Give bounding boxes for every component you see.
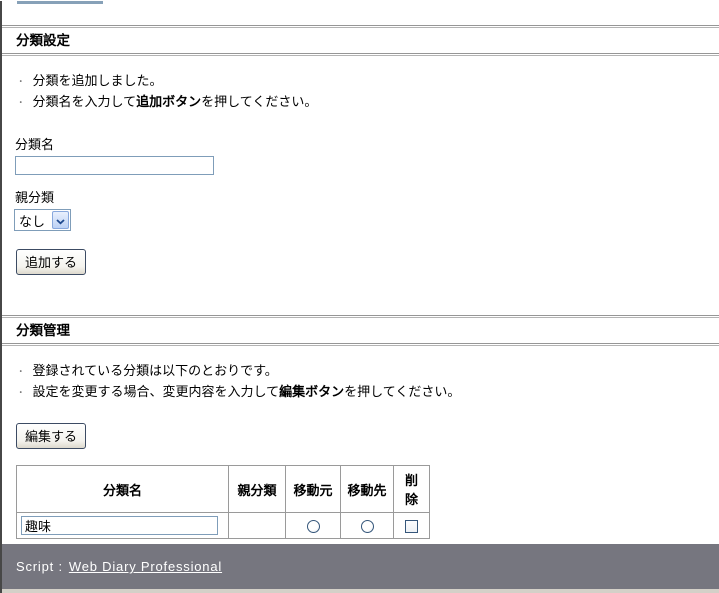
cell-move-source — [286, 513, 341, 539]
bullet-icon: ･ — [18, 76, 24, 88]
notice-text: 分類名を入力して — [33, 94, 137, 109]
page: { "bullet": "･", "section_add": { "title… — [0, 1, 719, 593]
bullet-icon: ･ — [18, 97, 24, 109]
top-partial-link[interactable] — [17, 1, 103, 4]
section-title-manage: 分類管理 — [16, 322, 719, 339]
footer-script-label: Script : — [16, 559, 63, 574]
table-header-row: 分類名 親分類 移動元 移動先 削除 — [17, 466, 430, 513]
move-source-radio[interactable] — [307, 520, 320, 533]
footer: Script : Web Diary Professional — [0, 544, 719, 593]
cell-parent-category — [229, 513, 286, 539]
parent-category-select[interactable]: なし — [14, 209, 71, 231]
row-category-name-input[interactable] — [21, 516, 218, 535]
manage-section-notices: ･ 登録されている分類は以下のとおりです。 ･ 設定を変更する場合、変更内容を入力し… — [18, 361, 719, 403]
notice-text: を押してください。 — [201, 94, 317, 109]
window-left-edge — [0, 1, 2, 593]
notice-text-bold: 追加ボタン — [136, 94, 201, 109]
notice-registered: ･ 登録されている分類は以下のとおりです。 — [18, 361, 719, 382]
move-destination-radio[interactable] — [361, 520, 374, 533]
category-table: 分類名 親分類 移動元 移動先 削除 — [16, 465, 430, 539]
header-move-source: 移動元 — [286, 466, 341, 513]
section-rule — [0, 315, 719, 318]
notice-text: を押してください。 — [344, 384, 460, 399]
footer-bottom-strip — [0, 589, 719, 593]
bullet-icon: ･ — [18, 387, 24, 399]
notice-text: 設定を変更する場合、変更内容を入力して — [33, 384, 280, 399]
footer-bar: Script : Web Diary Professional — [0, 544, 719, 589]
cell-category-name — [17, 513, 229, 539]
cell-move-destination — [341, 513, 394, 539]
category-name-input[interactable] — [15, 156, 214, 175]
add-section-notices: ･ 分類を追加しました。 ･ 分類名を入力して追加ボタンを押してください。 — [18, 71, 719, 113]
table-row — [17, 513, 430, 539]
cell-delete — [394, 513, 430, 539]
header-category-name: 分類名 — [17, 466, 229, 513]
edit-button[interactable]: 編集する — [16, 423, 86, 449]
delete-checkbox[interactable] — [405, 520, 418, 533]
header-delete: 削除 — [394, 466, 430, 513]
notice-text-bold: 編集ボタン — [279, 384, 344, 399]
notice-instruction: ･ 分類名を入力して追加ボタンを押してください。 — [18, 92, 719, 113]
section-rule — [0, 25, 719, 28]
chevron-down-icon — [56, 213, 65, 228]
notice-text: 登録されている分類は以下のとおりです。 — [33, 363, 278, 378]
parent-category-label: 親分類 — [15, 187, 719, 206]
notice-edit-instruction: ･ 設定を変更する場合、変更内容を入力して編集ボタンを押してください。 — [18, 382, 719, 403]
footer-script-link[interactable]: Web Diary Professional — [69, 559, 222, 574]
select-dropdown-button[interactable] — [52, 211, 69, 229]
header-parent-category: 親分類 — [229, 466, 286, 513]
category-name-label: 分類名 — [15, 134, 719, 153]
section-rule — [0, 53, 719, 56]
bullet-icon: ･ — [18, 366, 24, 378]
notice-added: ･ 分類を追加しました。 — [18, 71, 719, 92]
notice-text: 分類を追加しました。 — [33, 73, 163, 88]
header-move-destination: 移動先 — [341, 466, 394, 513]
section-title-add: 分類設定 — [16, 32, 719, 49]
parent-category-selected-value: なし — [15, 211, 51, 230]
add-button[interactable]: 追加する — [16, 249, 86, 275]
section-rule — [0, 343, 719, 346]
